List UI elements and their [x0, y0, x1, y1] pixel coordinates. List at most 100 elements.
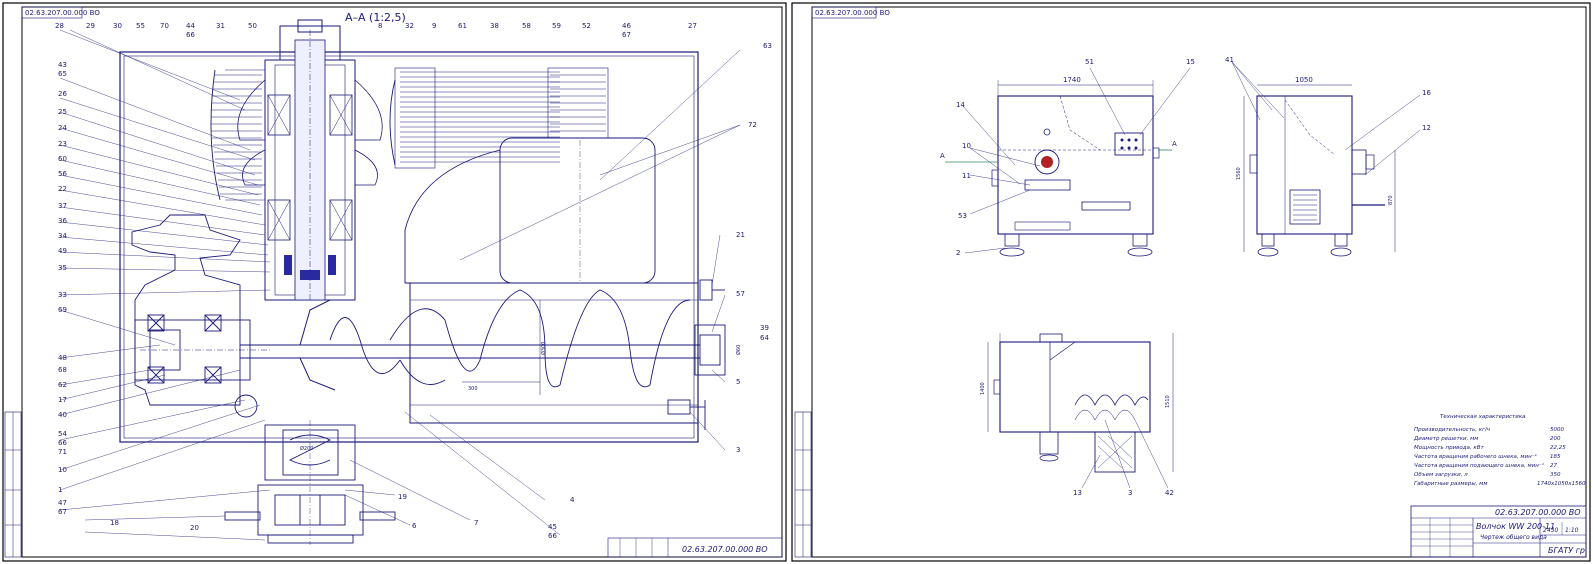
- label: 15: [1186, 58, 1195, 66]
- label: 16: [1422, 89, 1431, 97]
- label: 21: [736, 231, 745, 239]
- label: 56: [58, 170, 67, 178]
- tech-specs: Техническая характеристика Производитель…: [1413, 414, 1586, 487]
- label: 44: [186, 22, 195, 30]
- motor: [404, 137, 656, 284]
- spec-value: 1740х1050х1560: [1537, 481, 1586, 487]
- left-stamp-code: 02.63.207.00.000 ВО: [682, 545, 768, 554]
- front-view: [945, 80, 1172, 257]
- spec-name: Частота вращения подающего шнека, мин⁻¹: [1414, 462, 1544, 469]
- spec-name: Мощность привода, кВт: [1414, 445, 1485, 451]
- label: 55: [136, 22, 145, 30]
- label: 1510: [1165, 395, 1171, 408]
- spec-value: 350: [1550, 472, 1561, 478]
- label: 1050: [1295, 76, 1313, 84]
- label: 50: [248, 22, 257, 30]
- label: 1560: [1236, 167, 1242, 180]
- label: 13: [1073, 489, 1082, 497]
- spec-value: 200: [1550, 436, 1561, 442]
- label: 29: [86, 22, 95, 30]
- label: 2: [956, 249, 960, 257]
- spec-value: 5000: [1550, 427, 1564, 433]
- label: 17: [58, 396, 67, 404]
- label: 53: [958, 212, 967, 220]
- label: 30: [113, 22, 122, 30]
- label: 39: [760, 324, 769, 332]
- label: 69: [58, 306, 67, 314]
- label: 7: [474, 519, 478, 527]
- label: 8: [378, 22, 382, 30]
- side-view-leaders: [1231, 61, 1421, 176]
- label: 25: [58, 108, 67, 116]
- title-block-text: 02.63.207.00.000 ВО Волчок WW 200-11 Чер…: [1476, 508, 1588, 555]
- plan-view-labels: 1400 1510 13 3 42: [980, 382, 1174, 497]
- front-view-labels: 1740 51 15 14 10 11 53 2 А А: [940, 58, 1195, 257]
- label: 47: [58, 499, 67, 507]
- stamp-subtitle: Чертеж общего вида: [1480, 534, 1547, 541]
- label: 1740: [1063, 76, 1081, 84]
- label: 870: [1388, 195, 1394, 205]
- label: 20: [190, 524, 199, 532]
- spec-value: 22,25: [1550, 445, 1566, 451]
- stamp-code: 02.63.207.00.000 ВО: [1495, 508, 1581, 517]
- label: 33: [58, 291, 67, 299]
- label: 58: [522, 22, 531, 30]
- label: 18: [110, 519, 119, 527]
- label: 24: [58, 124, 67, 132]
- label: 64: [760, 334, 769, 342]
- stamp-scale: 1:10: [1565, 527, 1579, 534]
- side-view: [1243, 84, 1396, 257]
- label: 26: [58, 90, 67, 98]
- label: 51: [1085, 58, 1094, 66]
- label: 72: [748, 121, 757, 129]
- label: 38: [490, 22, 499, 30]
- spec-name: Габаритные размеры, мм: [1414, 481, 1488, 487]
- label: 54: [58, 430, 67, 438]
- drawing-canvas: 02.63.207.00.000 ВО А–А (1:2,5) 28 29 30…: [0, 0, 1593, 564]
- label: 22: [58, 185, 67, 193]
- label: 46: [622, 22, 631, 30]
- dim-label: 300: [468, 386, 478, 392]
- label: 40: [58, 411, 67, 419]
- spec-name: Объем загрузки, л: [1414, 472, 1468, 478]
- left-leaders: [59, 29, 741, 541]
- label: 5: [736, 378, 740, 386]
- label: 57: [736, 290, 745, 298]
- drawing-svg: 02.63.207.00.000 ВО А–А (1:2,5) 28 29 30…: [2, 2, 1591, 562]
- label: 36: [58, 217, 67, 225]
- label: 49: [58, 247, 67, 255]
- auger: [240, 289, 700, 395]
- label: 9: [432, 22, 436, 30]
- label: 27: [688, 22, 697, 30]
- label: 32: [405, 22, 414, 30]
- top-labels: 8 32 9 61 38 58 59 52 46 67 27 63 72: [378, 22, 772, 129]
- label: 37: [58, 202, 67, 210]
- label: 52: [582, 22, 591, 30]
- belt-drive: [389, 67, 609, 169]
- label: 11: [962, 172, 971, 180]
- spec-value: 27: [1550, 463, 1557, 469]
- gearbox: [131, 214, 270, 418]
- dim-label: Ø300: [540, 342, 547, 355]
- label: 31: [216, 22, 225, 30]
- label: 60: [58, 155, 67, 163]
- label: 28: [55, 22, 64, 30]
- label: 42: [1165, 489, 1174, 497]
- label: 10: [58, 466, 67, 474]
- label: 1: [58, 486, 62, 494]
- spec-name: Частота вращения рабочего шнека, мин⁻¹: [1414, 453, 1537, 460]
- label: 67: [58, 508, 67, 516]
- right-sheet: 02.63.207.00.000 ВО 1740 51 15 14 10 11 …: [791, 2, 1591, 562]
- label: 68: [58, 366, 67, 374]
- label: 66: [58, 439, 67, 447]
- left-stamp: 02.63.207.00.000 ВО: [607, 537, 783, 558]
- label: 59: [552, 22, 561, 30]
- spec-name: Производительность, кг/ч: [1414, 427, 1491, 433]
- label: 3: [1128, 489, 1132, 497]
- label: 70: [160, 22, 169, 30]
- section-mark: А: [940, 152, 945, 160]
- label: 1400: [980, 382, 986, 395]
- label: 65: [58, 70, 67, 78]
- label: 66: [548, 532, 557, 540]
- label: 48: [58, 354, 67, 362]
